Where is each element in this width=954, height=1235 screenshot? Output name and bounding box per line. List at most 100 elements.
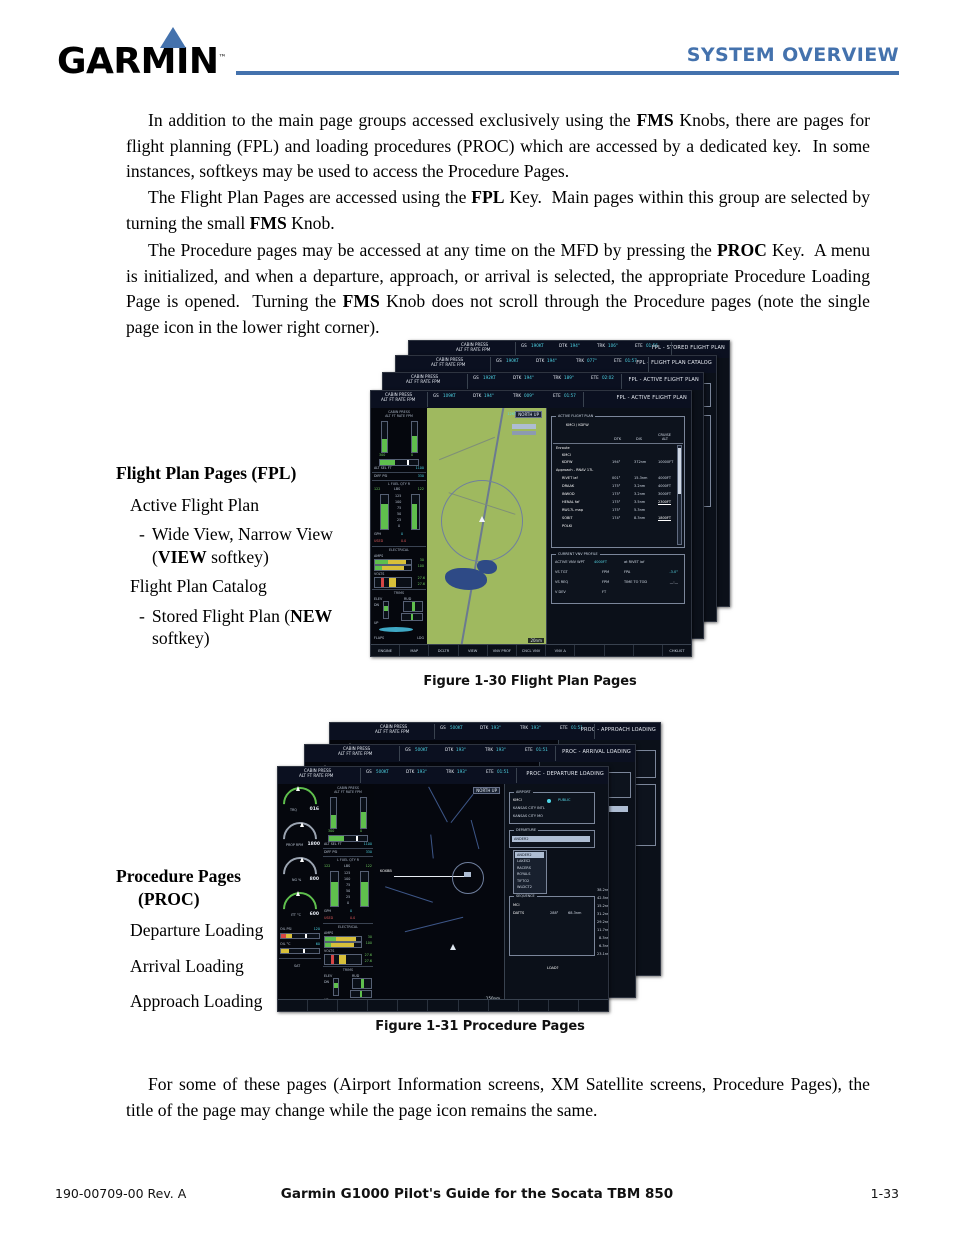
load-button[interactable]: LOAD? — [547, 966, 558, 970]
fuel-qty-label: L FUEL QTY R — [387, 482, 411, 486]
softkey-blank-1[interactable] — [575, 645, 605, 656]
callout-proc-heading-line1: Procedure Pages — [116, 866, 241, 886]
waypoint-rw17l-dtk: 175° — [612, 508, 621, 512]
softkey-slot-5[interactable] — [398, 1000, 429, 1011]
header-rule — [236, 71, 899, 75]
softkey-slot-8[interactable] — [489, 1000, 519, 1011]
waypoint-kdfw: KDFW — [562, 460, 573, 464]
waypoint-rivet-dtk: 001° — [612, 476, 621, 480]
paragraph-flight-plan: The Flight Plan Pages are accessed using… — [126, 185, 870, 236]
airport-ident: KMCI — [513, 798, 522, 802]
alt-rate-label: ALT FT RATE FPM — [375, 729, 410, 734]
mfd-topbar: CABIN PRESS ALT FT RATE FPM GS 109KT DTK… — [371, 391, 691, 409]
waypoint-rivet-dis: 15.3nm — [634, 476, 648, 480]
gs-label: GS — [521, 343, 527, 348]
fuel-unit-label: LBS — [344, 864, 351, 868]
dropdown-option-4[interactable]: ROYALS — [517, 872, 530, 876]
heading-mode-box[interactable]: NORTH UP — [473, 787, 500, 794]
dtk-label: DTK — [559, 343, 568, 348]
callout-fpl-subitem-stored: - Stored Flight Plan (NEW softkey) — [116, 605, 388, 650]
engine-instrument-strip: CABIN PRESS ALT FT RATE FPM 300 0 ALT SE… — [371, 408, 428, 645]
distance-value-2: 42.5nm — [597, 896, 608, 900]
trk-label: TRK — [597, 343, 606, 348]
oil-psi-label: OIL PSI — [280, 927, 292, 931]
oil-psi-value: 120 — [313, 927, 320, 931]
softkey-chklist[interactable]: CHKLIST — [663, 645, 691, 656]
flaps-label: FLAPS — [374, 636, 385, 640]
dropdown-option-3[interactable]: RACERS — [517, 866, 531, 870]
waypoint-sobit-dtk: 174° — [612, 516, 621, 520]
paragraph-procedure: The Procedure pages may be accessed at a… — [126, 238, 870, 340]
mfd-screen-active-flight-plan-front: CABIN PRESS ALT FT RATE FPM GS 109KT DTK… — [370, 390, 692, 657]
softkey-slot-2[interactable] — [308, 1000, 339, 1011]
distance-value-1: 38.2nm — [597, 888, 608, 892]
ete-value: 02:02 — [602, 375, 614, 380]
softkey-map[interactable]: MAP — [400, 645, 430, 656]
alt-rate-title: ALT FT RATE FPM — [385, 414, 413, 418]
ete-value: 01:51 — [497, 769, 509, 774]
waypoint-kdfw-dis: 372nm — [634, 460, 647, 464]
diff-psi-value: 330 — [365, 850, 372, 854]
heading-mode-box[interactable]: NORTH UP — [515, 411, 542, 418]
softkey-slot-11[interactable] — [579, 1000, 608, 1011]
waypoint-sobit-dis: 8.3nm — [634, 516, 646, 520]
vs-req-label: VS REQ — [555, 580, 569, 584]
active-flight-plan-panel[interactable]: ACTIVE FLIGHT PLAN KMCI / KDFW DTK DIS C… — [551, 414, 685, 548]
sat-label: SAT — [294, 964, 301, 968]
trq-label: TRQ — [290, 808, 297, 812]
departure-panel[interactable]: DEPARTURE ANDER2 — [509, 828, 595, 848]
gph-value: 0 — [401, 532, 404, 536]
fuel-left-value: 122 — [324, 864, 331, 868]
softkey-slot-9[interactable] — [519, 1000, 549, 1011]
section-label-enroute: Enroute — [556, 446, 570, 450]
dropdown-option-1[interactable]: ANDER2 — [517, 853, 532, 857]
oil-temp-label: OIL °C — [280, 942, 291, 946]
vdev-value: FT — [602, 590, 607, 594]
diff-psi-value: 330 — [417, 474, 424, 478]
departure-dropdown[interactable]: ANDER2 LAKES2 RACERS ROYALS TIFTO2 WLDCT… — [513, 850, 547, 894]
softkey-vnv-prof[interactable]: VNV PROF — [488, 645, 517, 656]
map-waypoint-label: KOXBB — [380, 869, 392, 873]
ete-label: ETE — [635, 343, 643, 348]
fuel-scale-100: 100 — [344, 877, 351, 881]
waypoint-kdfw-alt: 10000FT — [658, 460, 674, 464]
dtk-label: DTK — [536, 358, 545, 363]
vdev-label: V DEV — [555, 590, 566, 594]
softkey-slot-3[interactable] — [338, 1000, 369, 1011]
softkey-engine[interactable]: ENGINE — [371, 645, 401, 656]
softkey-slot-10[interactable] — [549, 1000, 579, 1011]
flight-plan-scrollbar[interactable] — [677, 445, 682, 545]
softkey-vnv-delta[interactable]: VNV Δ — [546, 645, 576, 656]
used-value: 0.0 — [350, 916, 356, 920]
softkey-slot-6[interactable] — [428, 1000, 459, 1011]
waypoint-henal-dtk: 175° — [612, 500, 621, 504]
dropdown-option-6[interactable]: WLDCT2 — [517, 885, 532, 889]
mfd-screen-departure-loading: CABIN PRESS ALT FT RATE FPM GS 500KT DTK… — [277, 766, 609, 1012]
waypoint-inwod-alt: 3000FT — [658, 492, 671, 496]
trk-label: TRK — [513, 393, 522, 398]
map-pane[interactable]: KOXBB NORTH UP 150nm — [374, 784, 504, 1003]
softkey-slot-1[interactable] — [278, 1000, 309, 1011]
trims-title: TRIMS — [393, 591, 405, 595]
mfd-topbar: CABIN PRESS ALT FT RATE FPM GS 500KT DTK… — [278, 767, 608, 785]
sequence-panel-title: SEQUENCE — [514, 894, 537, 898]
dropdown-option-5[interactable]: TIFTO2 — [517, 879, 529, 883]
map-pane[interactable]: NORTH UP 12KT 20nm — [427, 408, 546, 645]
softkey-dcltr[interactable]: DCLTR — [429, 645, 459, 656]
softkey-slot-4[interactable] — [368, 1000, 399, 1011]
softkey-blank-2[interactable] — [605, 645, 634, 656]
airport-panel[interactable]: AIRPORT KMCI PUBLIC KANSAS CITY INTL KAN… — [509, 790, 595, 824]
aircraft-symbol-icon — [450, 944, 456, 950]
softkey-blank-3[interactable] — [634, 645, 663, 656]
softkey-slot-7[interactable] — [459, 1000, 489, 1011]
fuel-unit-label: LBS — [394, 487, 401, 491]
dropdown-option-2[interactable]: LAKES2 — [517, 859, 530, 863]
softkey-cncl-vnv[interactable]: CNCL VNV — [517, 645, 547, 656]
paragraph-closing: For some of these pages (Airport Informa… — [126, 1072, 870, 1123]
softkey-view[interactable]: VIEW — [459, 645, 488, 656]
paragraph-intro: In addition to the main page groups acce… — [126, 108, 870, 185]
sequence-panel[interactable]: SEQUENCE MCI DATTS 288° 68.3nm — [509, 894, 595, 956]
volts-value-2: 27.6 — [417, 582, 425, 586]
new-softkey-label: NEW — [290, 605, 333, 626]
cabin-alt-value: 300 — [379, 453, 386, 457]
